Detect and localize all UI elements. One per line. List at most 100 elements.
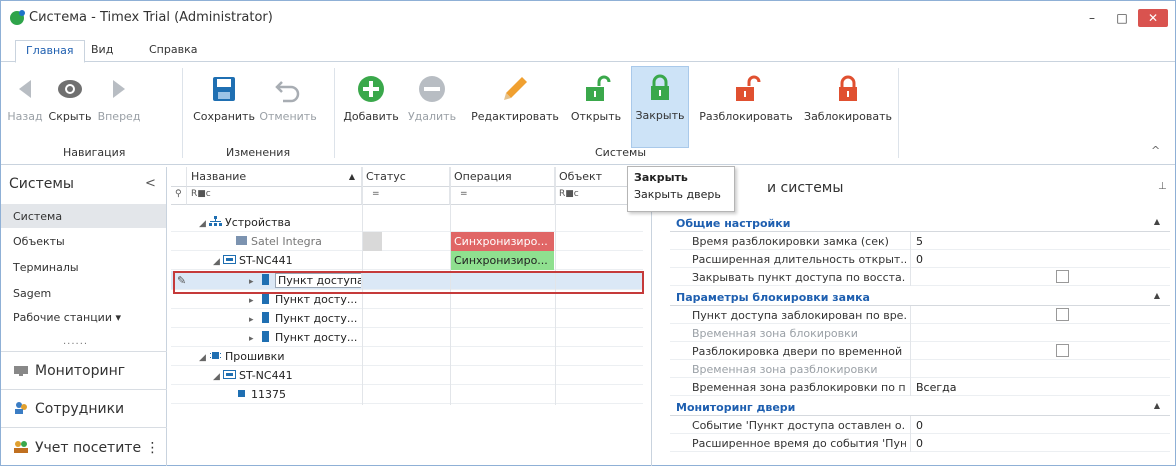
property-checkbox[interactable] — [1056, 270, 1069, 283]
close-button[interactable]: Закрыть — [631, 66, 689, 148]
nav-item-sagem[interactable]: Sagem — [13, 287, 51, 300]
property-checkbox[interactable] — [1056, 344, 1069, 357]
edit-button[interactable]: Редактировать — [471, 68, 559, 134]
property-row[interactable]: Расширенная длительность открыт... 0 — [670, 250, 1170, 268]
minus-circle-icon — [419, 76, 445, 102]
filter-operation[interactable]: = — [450, 187, 555, 205]
add-label: Добавить — [343, 110, 399, 123]
unlock-green-icon — [586, 75, 611, 101]
expand-arrow-icon[interactable]: ▸ — [249, 315, 259, 325]
minimize-button[interactable]: – — [1081, 9, 1103, 27]
category-label: Общие настройки — [676, 217, 791, 230]
property-row[interactable]: Пункт доступа заблокирован по вре... — [670, 306, 1170, 324]
tab-view[interactable]: Вид — [81, 40, 123, 62]
expand-arrow-icon[interactable]: ▸ — [249, 296, 259, 306]
filter-status[interactable]: = — [362, 187, 450, 205]
open-button[interactable]: Открыть — [569, 68, 623, 134]
back-button[interactable]: Назад — [5, 68, 45, 134]
table-row[interactable]: ◢ Устройства — [171, 213, 643, 232]
collapse-ribbon-button[interactable]: ^ — [1151, 144, 1160, 157]
nav-item-terminals[interactable]: Терминалы — [13, 261, 79, 274]
unblock-label: Разблокировать — [699, 110, 793, 123]
property-row[interactable]: Время разблокировки замка (сек) 5 — [670, 232, 1170, 250]
table-row[interactable]: ◢ ST-NC441 Синхронизиро... — [171, 251, 643, 270]
nav-divider — [1, 351, 167, 352]
nav-collapse-button[interactable]: < — [145, 176, 156, 191]
property-row[interactable]: Закрывать пункт доступа по восста... — [670, 268, 1170, 286]
highlight-frame — [173, 271, 644, 294]
property-name: Временная зона разблокировки по п... — [692, 381, 906, 394]
category-general[interactable]: Общие настройки ▲ — [670, 215, 1170, 232]
tab-help[interactable]: Справка — [139, 40, 207, 62]
forward-button[interactable]: Вперед — [94, 68, 144, 134]
property-row[interactable]: Временная зона разблокировки по п... Всег… — [670, 378, 1170, 396]
table-row[interactable]: ◢ ST-NC441 — [171, 366, 643, 385]
door-icon — [262, 312, 269, 323]
group-changes-label: Изменения — [226, 146, 291, 159]
app-window: Система - Timex Trial (Administrator) – … — [0, 0, 1176, 466]
column-header-name-label: Название — [191, 170, 247, 183]
nav-section-visitors[interactable]: Учет посетите ⋮ — [13, 440, 160, 456]
column-header-status[interactable]: Статус — [362, 167, 450, 187]
nav-more-dots[interactable]: ...... — [63, 336, 88, 347]
pin-icon[interactable]: ⊥ — [1158, 181, 1167, 192]
nav-item-system[interactable]: Система — [1, 204, 166, 228]
row-name: Пункт досту... — [275, 312, 358, 325]
collapse-arrow-icon[interactable]: ◢ — [199, 353, 209, 363]
property-value[interactable]: 0 — [916, 437, 923, 450]
property-row[interactable]: Разблокировка двери по временной ... — [670, 342, 1170, 360]
tooltip-title: Закрыть — [634, 171, 688, 184]
collapse-arrow-icon[interactable]: ◢ — [199, 219, 209, 229]
property-value[interactable]: 0 — [916, 419, 923, 432]
hide-button[interactable]: Скрыть — [47, 68, 93, 134]
filter-icon[interactable]: ⚲ — [171, 187, 187, 205]
expand-arrow-icon[interactable]: ▸ — [249, 334, 259, 344]
property-value[interactable]: 5 — [916, 235, 923, 248]
delete-button[interactable]: Удалить — [405, 68, 459, 134]
row-name: Пункт досту... — [275, 331, 358, 344]
column-header-operation[interactable]: Операция — [450, 167, 555, 187]
save-label: Сохранить — [193, 110, 255, 123]
operation-cell: Синхронизиро... — [450, 251, 554, 270]
block-button[interactable]: Заблокировать — [803, 68, 893, 134]
nav-section-monitoring-label: Мониторинг — [35, 363, 126, 379]
undo-button[interactable]: Отменить — [257, 68, 319, 134]
category-label: Параметры блокировки замка — [676, 291, 870, 304]
filter-name[interactable]: R■c — [187, 187, 362, 205]
row-name: 11375 — [251, 388, 286, 401]
properties-title: и системы — [767, 180, 844, 196]
table-row[interactable]: ▸ Пункт досту... — [171, 328, 643, 347]
more-options-icon[interactable]: ⋮ — [146, 440, 160, 456]
unblock-button[interactable]: Разблокировать — [697, 68, 795, 134]
nav-item-workstations[interactable]: Рабочие станции ▾ — [13, 311, 121, 324]
add-button[interactable]: Добавить — [341, 68, 401, 134]
property-name: Пункт доступа заблокирован по вре... — [692, 309, 906, 322]
tab-home[interactable]: Главная — [15, 40, 85, 63]
title-bar: Система - Timex Trial (Administrator) – … — [1, 1, 1175, 37]
table-row[interactable]: 11375 — [171, 385, 643, 404]
category-lock-params[interactable]: Параметры блокировки замка ▲ — [670, 289, 1170, 306]
nav-section-monitoring[interactable]: Мониторинг — [13, 363, 125, 379]
table-row[interactable]: ◢ Прошивки — [171, 347, 643, 366]
property-value[interactable]: Всегда — [916, 381, 957, 394]
collapse-arrow-icon[interactable]: ◢ — [213, 372, 223, 382]
door-icon — [262, 331, 269, 342]
nav-section-employees[interactable]: Сотрудники — [13, 401, 124, 417]
save-button[interactable]: Сохранить — [193, 68, 255, 134]
nav-item-objects[interactable]: Объекты — [13, 235, 65, 248]
property-checkbox[interactable] — [1056, 308, 1069, 321]
property-row[interactable]: Событие 'Пункт доступа оставлен о... 0 — [670, 416, 1170, 434]
table-row[interactable]: Satel Integra Синхронизиро... — [171, 232, 643, 251]
property-row[interactable]: Расширенное время до события 'Пун... 0 — [670, 434, 1170, 452]
close-window-button[interactable]: ✕ — [1138, 9, 1168, 27]
property-value[interactable]: 0 — [916, 253, 923, 266]
ribbon: Назад Скрыть Вперед Навигация Сохранить … — [1, 62, 1175, 165]
table-row[interactable]: ▸ Пункт досту... — [171, 309, 643, 328]
column-header-name[interactable]: Название ▲ — [187, 167, 362, 187]
dropdown-arrow-icon: ▾ — [115, 311, 122, 324]
forward-label: Вперед — [97, 110, 141, 123]
category-door-monitoring[interactable]: Мониторинг двери ▲ — [670, 399, 1170, 416]
collapse-arrow-icon[interactable]: ◢ — [213, 257, 223, 267]
nav-divider — [1, 389, 167, 390]
maximize-button[interactable]: □ — [1111, 9, 1133, 27]
